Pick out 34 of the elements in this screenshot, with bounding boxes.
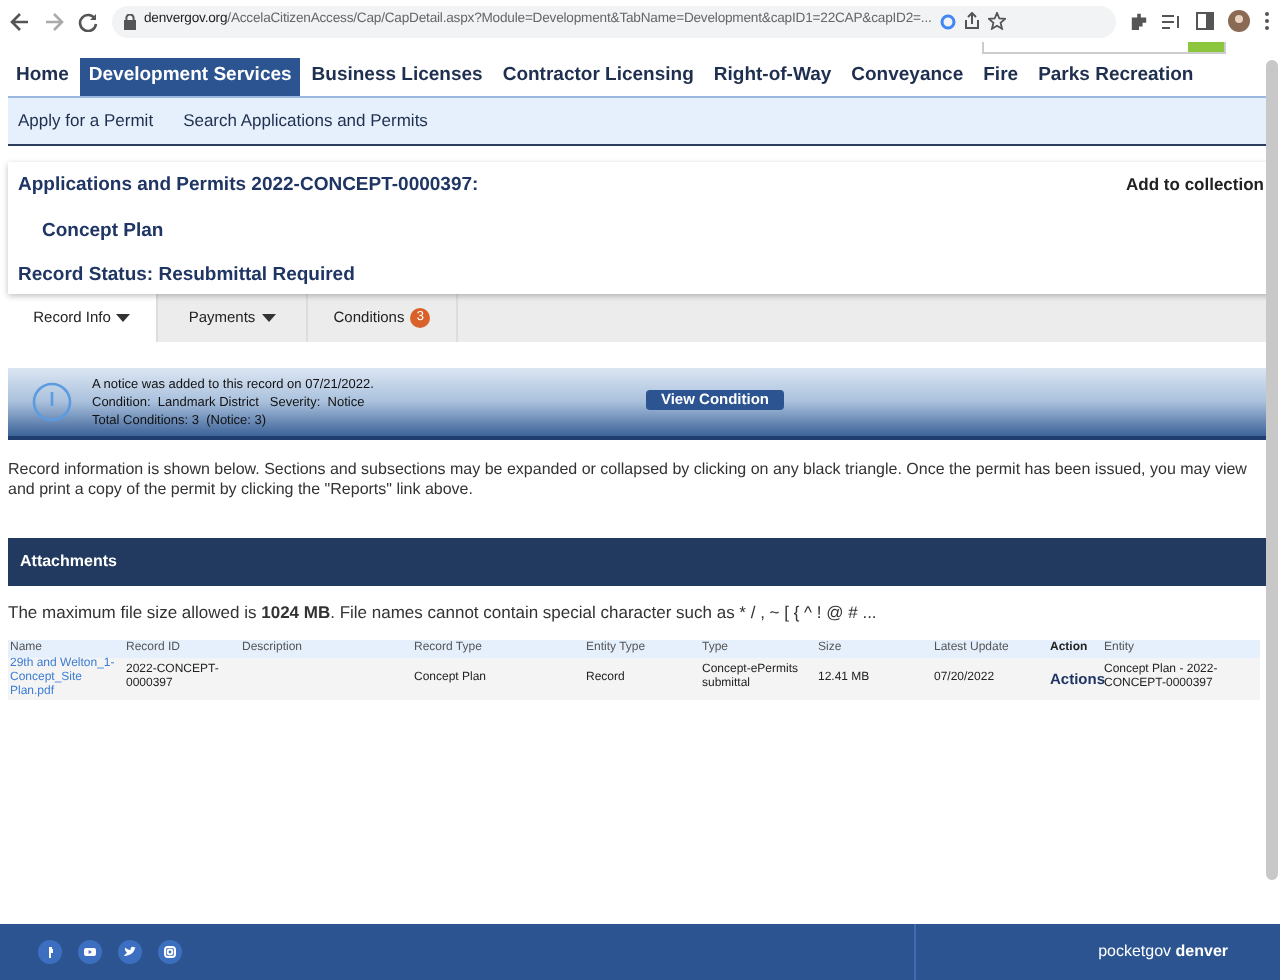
scrollbar-thumb[interactable]: [1266, 60, 1278, 880]
nav-tab[interactable]: Conveyance: [843, 58, 972, 96]
search-field[interactable]: [982, 42, 1226, 54]
subnav-link[interactable]: Search Applications and Permits: [183, 108, 428, 134]
record-status: Record Status: Resubmittal Required: [18, 262, 355, 290]
nav-tab[interactable]: Right-of-Way: [705, 58, 840, 96]
file-size-note: The maximum file size allowed is 1024 MB. File names cannot contain special character such as * / , ~ [ { ^ ! @ # ...: [8, 600, 879, 626]
subnav-link[interactable]: Apply for a Permit: [18, 108, 154, 134]
back-icon[interactable]: [10, 11, 30, 31]
nav-tab[interactable]: Contractor Licensing: [494, 58, 702, 96]
bird-icon[interactable]: [118, 940, 142, 964]
more-icon[interactable]: [1264, 12, 1270, 30]
nav-tab[interactable]: Home: [8, 58, 77, 96]
footer-brand[interactable]: pocketgov denver: [1098, 940, 1228, 964]
record-title: Applications and Permits 2022-CONCEPT-0000397:: [18, 172, 479, 200]
record-type: Concept Plan: [42, 218, 164, 246]
info-paragraph: Record information is shown below. Sections and subsections may be expanded or collapsed by clicking on any black triangle. Once the permit has been issued, you may view and print a copy of the permit by clicking the "Reports" link above.: [8, 460, 1248, 498]
puzzle-icon[interactable]: [1130, 12, 1148, 30]
nav-tab[interactable]: Fire: [975, 58, 1027, 96]
list-icon[interactable]: [1162, 13, 1182, 29]
section-title: Attachments: [20, 550, 117, 574]
share-icon[interactable]: [963, 12, 980, 30]
lock-icon: [124, 13, 136, 29]
nav-tab[interactable]: Parks Recreation: [1030, 58, 1202, 96]
camera-icon[interactable]: [158, 940, 182, 964]
sidebar-icon[interactable]: [1196, 12, 1214, 30]
star-icon[interactable]: [987, 12, 1006, 30]
avatar-icon[interactable]: [1228, 10, 1250, 32]
info-icon: [32, 382, 72, 422]
nav-tab[interactable]: Development Services: [80, 58, 300, 96]
reload-icon[interactable]: [78, 11, 98, 31]
video-icon[interactable]: [78, 940, 102, 964]
nav-tab[interactable]: Business Licenses: [303, 58, 491, 96]
add-to-collection-link[interactable]: Add to collection: [1126, 172, 1264, 198]
